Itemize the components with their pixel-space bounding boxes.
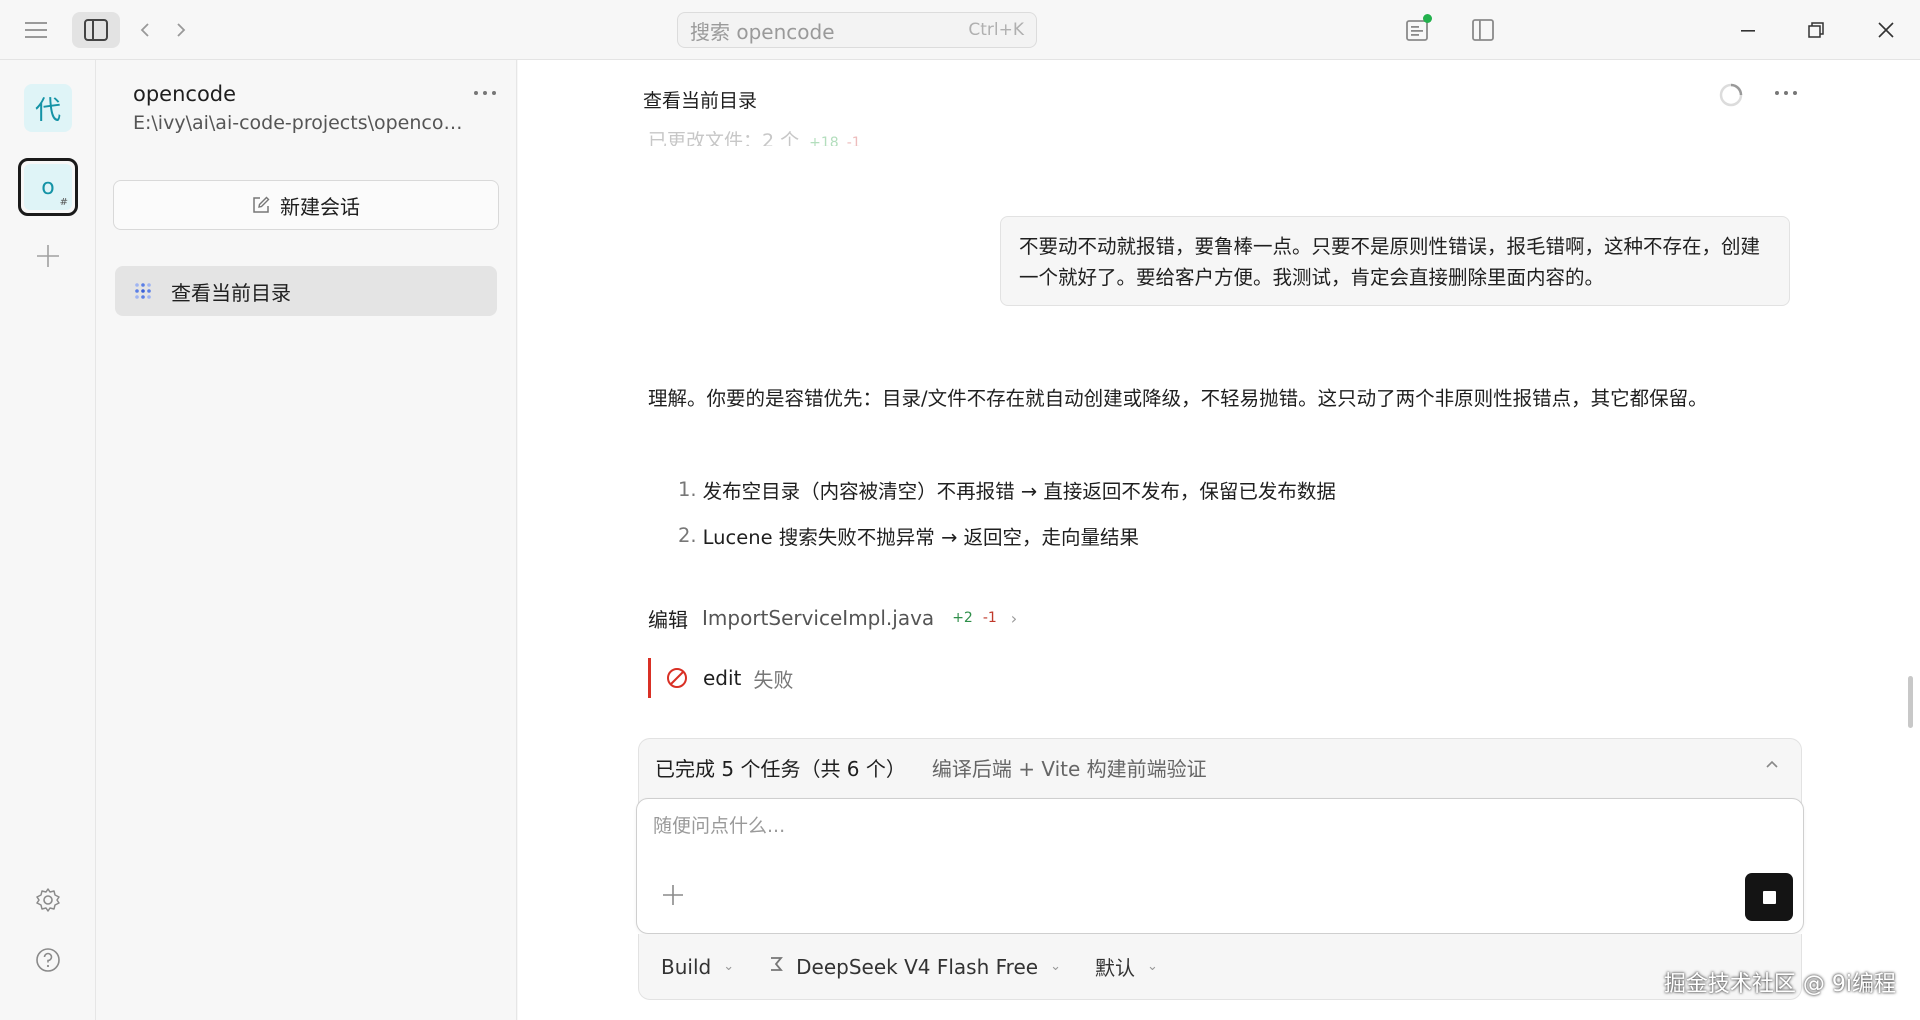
left-rail: 代 o # [0, 60, 96, 1020]
help-button[interactable] [30, 942, 66, 978]
answer-steps: 1. 发布空目录（内容被清空）不再报错 → 直接返回不发布，保留已发布数据 2.… [678, 466, 1336, 558]
restore-icon [1808, 22, 1824, 38]
watermark: 掘金技术社区 @ 9i编程 [1663, 972, 1896, 997]
project-name: opencode [133, 82, 237, 106]
chevron-right-icon [177, 23, 186, 37]
model-select-value: DeepSeek V4 Flash Free [796, 954, 1039, 979]
edit-additions: +2 [952, 610, 973, 626]
composer [636, 798, 1804, 934]
minimize-icon [1741, 30, 1755, 32]
close-button[interactable] [1866, 12, 1906, 48]
workspace-avatar-text: 代 [34, 95, 61, 126]
tool-status: 失败 [753, 667, 794, 692]
chevron-left-icon [140, 23, 149, 37]
chevron-down-icon: ⌄ [723, 959, 735, 974]
list-item: 2. Lucene 搜索失败不抛异常 → 返回空，走向量结果 [678, 512, 1336, 558]
user-message: 不要动不动就报错，要鲁棒一点。只要不是原则性错误，报毛错啊，这种不存在，创建一个… [1000, 216, 1790, 306]
scrollbar-thumb[interactable] [1908, 676, 1913, 728]
search-shortcut: Ctrl+K [968, 20, 1024, 40]
project-avatar-selected[interactable]: o # [18, 158, 78, 216]
add-project-button[interactable] [30, 238, 66, 274]
search-placeholder: 搜索 opencode [690, 19, 835, 44]
edit-verb: 编辑 [648, 607, 688, 632]
sidebar-toggle-button[interactable] [72, 12, 120, 48]
project-avatar: o # [24, 164, 72, 210]
composer-options-bar: Build ⌄ DeepSeek V4 Flash Free ⌄ 默认 ⌄ [638, 934, 1802, 1000]
model-provider-icon [768, 955, 784, 978]
panel-icon [1472, 19, 1494, 41]
search-box[interactable]: 搜索 opencode Ctrl+K [677, 12, 1037, 48]
task-current: 编译后端 + Vite 构建前端验证 [931, 757, 1207, 781]
new-session-button[interactable]: 新建会话 [113, 180, 499, 230]
agent-select[interactable]: Build ⌄ [661, 955, 734, 979]
tool-fail-row[interactable]: edit 失败 [648, 658, 793, 698]
project-more-button[interactable] [467, 78, 503, 108]
review-button[interactable] [1400, 12, 1434, 48]
changed-files-text: 已更改文件：2 个 [648, 130, 800, 146]
more-icon [1775, 91, 1797, 95]
right-panel-toggle-button[interactable] [1466, 12, 1500, 48]
forward-button[interactable] [168, 14, 194, 46]
help-icon [36, 948, 60, 972]
task-summary: 已完成 5 个任务（共 6 个） [655, 757, 906, 781]
variant-select[interactable]: 默认 ⌄ [1095, 952, 1158, 981]
chevron-right-icon: › [1010, 608, 1018, 628]
prompt-input[interactable] [653, 815, 1753, 837]
settings-button[interactable] [30, 882, 66, 918]
task-progress-header: 已完成 5 个任务（共 6 个） 编译后端 + Vite 构建前端验证 [655, 753, 1207, 782]
plus-icon [663, 885, 683, 905]
restore-button[interactable] [1796, 12, 1836, 48]
conversation-pane: 查看当前目录 已更改文件：2 个 +18 -1 不要动不动就报错，要鲁棒一点。只要不… [518, 60, 1920, 1020]
session-more-button[interactable] [1768, 78, 1804, 108]
tool-name: edit [703, 666, 742, 690]
stop-button[interactable] [1745, 873, 1793, 921]
list-item-number: 2. [678, 523, 697, 547]
chevron-down-icon: ⌄ [1050, 959, 1061, 974]
project-avatar-text: o [41, 174, 55, 200]
list-item-text: Lucene 搜索失败不抛异常 → 返回空，走向量结果 [702, 525, 1139, 549]
chevron-up-icon[interactable] [1765, 753, 1779, 774]
title-bar: 搜索 opencode Ctrl+K [0, 0, 1920, 60]
plus-icon [37, 245, 59, 267]
workspace-avatar[interactable]: 代 [24, 84, 72, 132]
loading-dots-icon [135, 283, 151, 299]
attach-button[interactable] [657, 879, 689, 911]
more-icon [474, 91, 496, 95]
sessions-panel: opencode E:\ivy\ai\ai-code-projects\open… [97, 60, 517, 1020]
close-icon [1878, 22, 1894, 38]
changed-files-additions: +18 [809, 135, 839, 146]
model-select[interactable]: DeepSeek V4 Flash Free ⌄ [768, 955, 1061, 979]
agent-select-value: Build [661, 954, 712, 979]
spinner-icon [1719, 83, 1743, 107]
session-item-label: 查看当前目录 [171, 280, 291, 305]
stop-icon [1762, 890, 1776, 904]
project-path: E:\ivy\ai\ai-code-projects\opencode [133, 112, 463, 134]
variant-select-value: 默认 [1094, 956, 1135, 980]
project-avatar-badge: # [59, 197, 68, 208]
session-item[interactable]: 查看当前目录 [115, 266, 497, 316]
edit-icon [252, 196, 270, 214]
gear-icon [36, 888, 60, 912]
changed-files-deletions: -1 [846, 135, 861, 146]
edit-deletions: -1 [982, 610, 997, 626]
chevron-down-icon: ⌄ [1146, 959, 1158, 974]
notification-dot [1423, 14, 1432, 23]
menu-icon[interactable] [20, 14, 52, 46]
edit-file-row[interactable]: 编辑 ImportServiceImpl.java +2 -1 › [648, 598, 1017, 638]
edit-file-name: ImportServiceImpl.java [702, 606, 935, 630]
session-title: 查看当前目录 [643, 90, 758, 112]
changed-files-summary: 已更改文件：2 个 +18 -1 [648, 126, 861, 146]
minimize-button[interactable] [1728, 12, 1768, 48]
prohibited-icon [665, 666, 689, 690]
new-session-label: 新建会话 [280, 194, 360, 219]
list-item: 1. 发布空目录（内容被清空）不再报错 → 直接返回不发布，保留已发布数据 [678, 466, 1336, 512]
sidebar-icon [84, 19, 108, 41]
back-button[interactable] [132, 14, 158, 46]
list-item-number: 1. [678, 477, 697, 501]
list-item-text: 发布空目录（内容被清空）不再报错 → 直接返回不发布，保留已发布数据 [702, 479, 1336, 503]
assistant-answer: 理解。你要的是容错优先：目录/文件不存在就自动创建或降级，不轻易抛错。这只动了两… [648, 387, 1708, 410]
